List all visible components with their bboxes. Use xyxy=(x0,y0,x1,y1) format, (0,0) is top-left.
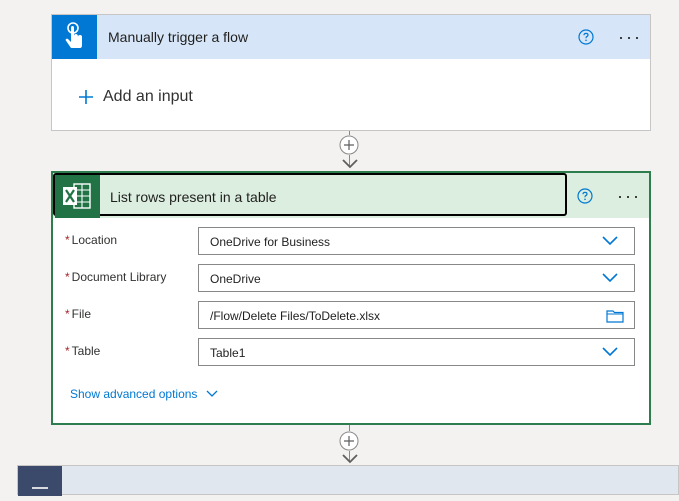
file-input[interactable]: /Flow/Delete Files/ToDelete.xlsx xyxy=(198,301,635,329)
field-label: * Document Library xyxy=(65,270,167,284)
document-library-dropdown[interactable]: OneDrive xyxy=(198,264,635,292)
field-label: * Table xyxy=(65,344,101,358)
required-marker: * xyxy=(65,344,70,358)
required-marker: * xyxy=(65,307,70,321)
arrow-down-icon xyxy=(342,159,358,169)
field-label: * File xyxy=(65,307,92,321)
insert-step-plus-icon[interactable] xyxy=(339,135,359,155)
location-dropdown[interactable]: OneDrive for Business xyxy=(198,227,635,255)
required-marker: * xyxy=(65,270,70,284)
field-row-location: * Location OneDrive for Business xyxy=(53,227,653,255)
field-row-file: * File /Flow/Delete Files/ToDelete.xlsx xyxy=(53,301,653,329)
required-marker: * xyxy=(65,233,70,247)
ellipsis-icon[interactable]: ··· xyxy=(617,187,641,205)
table-value: Table1 xyxy=(210,346,246,360)
add-input-button[interactable]: Add an input xyxy=(78,85,193,109)
step-connector xyxy=(339,131,361,171)
advanced-label: Show advanced options xyxy=(70,387,198,401)
field-label: * Location xyxy=(65,233,118,247)
next-step-card[interactable] xyxy=(17,465,679,496)
chevron-down-icon[interactable] xyxy=(602,347,618,357)
plus-icon xyxy=(79,90,93,104)
document-library-value: OneDrive xyxy=(210,272,261,286)
trigger-icon-tile xyxy=(52,15,97,59)
next-step-icon-tile xyxy=(18,466,62,496)
show-advanced-options-link[interactable]: Show advanced options xyxy=(70,387,218,401)
chevron-down-icon xyxy=(206,390,218,397)
action-header[interactable]: List rows present in a table ··· xyxy=(53,173,649,218)
excel-icon-tile xyxy=(55,175,100,218)
file-value: /Flow/Delete Files/ToDelete.xlsx xyxy=(210,309,381,323)
chevron-down-icon[interactable] xyxy=(602,273,618,283)
arrow-down-icon xyxy=(342,454,358,464)
folder-icon[interactable] xyxy=(606,309,624,323)
trigger-header[interactable]: Manually trigger a flow ··· xyxy=(52,15,650,59)
action-title: List rows present in a table xyxy=(110,189,277,205)
location-value: OneDrive for Business xyxy=(210,235,331,249)
question-circle-icon[interactable] xyxy=(577,188,593,204)
ellipsis-icon[interactable]: ··· xyxy=(618,28,642,46)
step-connector xyxy=(339,425,361,465)
field-row-table: * Table Table1 xyxy=(53,338,653,366)
insert-step-plus-icon[interactable] xyxy=(339,431,359,451)
trigger-title: Manually trigger a flow xyxy=(108,29,249,45)
variable-icon xyxy=(32,487,48,489)
excel-icon xyxy=(63,183,91,209)
trigger-card: Manually trigger a flow ··· Add an input xyxy=(51,14,651,131)
table-dropdown[interactable]: Table1 xyxy=(198,338,635,366)
action-card: List rows present in a table ··· * Locati… xyxy=(51,171,651,425)
action-title-box[interactable]: List rows present in a table xyxy=(53,173,567,218)
chevron-down-icon[interactable] xyxy=(602,236,618,246)
hand-touch-icon xyxy=(65,22,82,48)
question-circle-icon[interactable] xyxy=(578,29,594,45)
add-input-label: Add an input xyxy=(103,88,193,105)
field-row-document-library: * Document Library OneDrive xyxy=(53,264,653,292)
